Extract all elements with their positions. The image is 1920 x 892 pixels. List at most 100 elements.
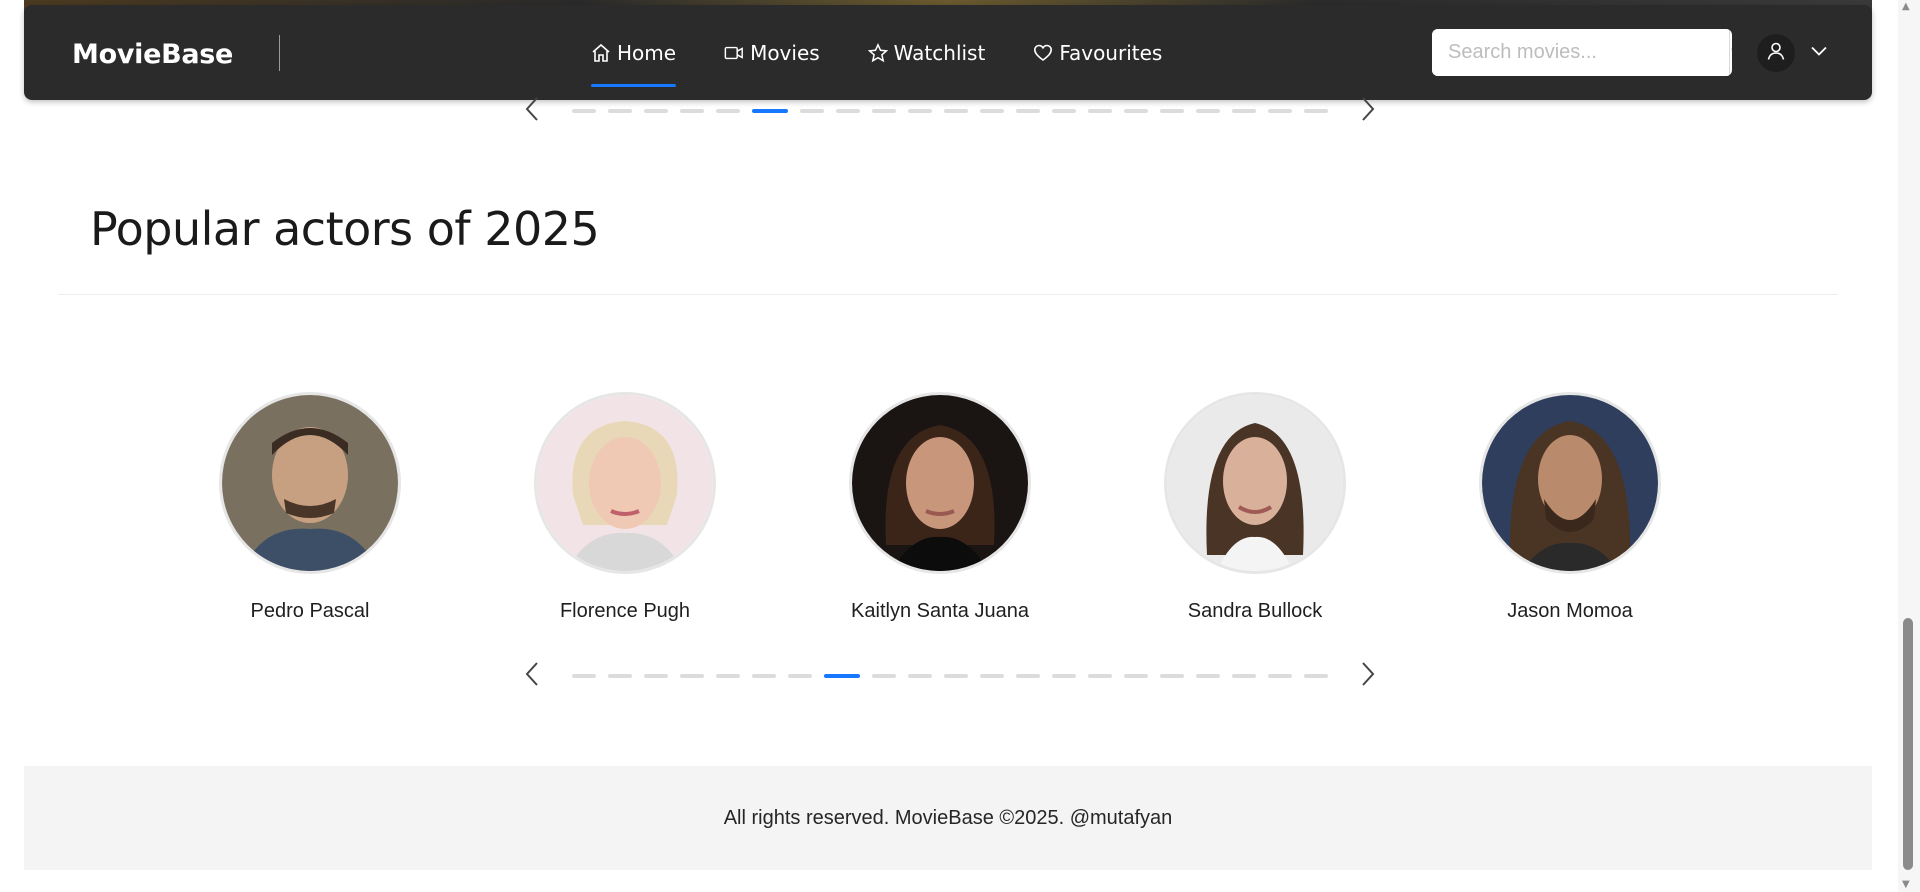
chevron-left-icon <box>523 661 541 691</box>
carousel-dot[interactable] <box>680 674 704 678</box>
actor-name[interactable]: Kaitlyn Santa Juana <box>851 600 1029 623</box>
carousel-dot[interactable] <box>644 674 668 678</box>
search-button[interactable] <box>1729 29 1732 76</box>
scroll-down-icon[interactable]: ▼ <box>1902 879 1910 890</box>
footer: All rights reserved. MovieBase ©2025. @m… <box>24 766 1872 870</box>
video-icon <box>724 43 744 63</box>
chevron-left-icon <box>523 96 541 126</box>
chevron-right-icon <box>1359 661 1377 691</box>
nav-item-label: Watchlist <box>893 40 986 65</box>
carousel-dot[interactable] <box>608 674 632 678</box>
carousel-dot[interactable] <box>1052 109 1076 113</box>
carousel-dot[interactable] <box>872 109 896 113</box>
actor-card[interactable]: Pedro Pascal <box>170 392 450 623</box>
actors-prev-button[interactable] <box>520 661 544 691</box>
carousel-dot[interactable] <box>1088 674 1112 678</box>
carousel-dot[interactable] <box>1304 674 1328 678</box>
top-carousel-pagination <box>520 96 1380 126</box>
carousel-dot[interactable] <box>1088 109 1112 113</box>
carousel-dot[interactable] <box>1016 109 1040 113</box>
top-carousel-next-button[interactable] <box>1356 96 1380 126</box>
nav-item-label: Favourites <box>1059 40 1163 65</box>
actor-portrait[interactable] <box>219 392 401 574</box>
search-icon <box>1730 41 1732 65</box>
actors-next-button[interactable] <box>1356 661 1380 691</box>
actor-portrait[interactable] <box>1164 392 1346 574</box>
nav-item-movies[interactable]: Movies <box>724 5 820 100</box>
carousel-dot[interactable] <box>572 674 596 678</box>
carousel-dot[interactable] <box>1196 674 1220 678</box>
carousel-dot[interactable] <box>836 109 860 113</box>
section-divider <box>58 294 1838 295</box>
nav-item-label: Movies <box>750 40 820 65</box>
home-icon <box>591 43 611 63</box>
actor-card[interactable]: Kaitlyn Santa Juana <box>800 392 1080 623</box>
carousel-dot[interactable] <box>980 109 1004 113</box>
main-nav: Home Movies Watchlist Favourites <box>591 5 1210 100</box>
carousel-dot[interactable] <box>716 109 740 113</box>
carousel-dot[interactable] <box>1124 674 1148 678</box>
top-carousel-prev-button[interactable] <box>520 96 544 126</box>
page-scrollbar[interactable]: ▲ ▼ <box>1898 0 1920 892</box>
actor-card[interactable]: Florence Pugh <box>485 392 765 623</box>
carousel-dot-active[interactable] <box>752 109 788 113</box>
carousel-dot[interactable] <box>1160 674 1184 678</box>
carousel-dot[interactable] <box>872 674 896 678</box>
actor-portrait[interactable] <box>534 392 716 574</box>
avatar[interactable] <box>1757 34 1795 72</box>
heart-icon <box>1033 43 1053 63</box>
search-input[interactable] <box>1432 29 1729 76</box>
user-icon <box>1766 41 1786 65</box>
carousel-dot[interactable] <box>1052 674 1076 678</box>
actor-card[interactable]: Sandra Bullock <box>1115 392 1395 623</box>
nav-item-watchlist[interactable]: Watchlist <box>867 5 986 100</box>
chevron-down-icon[interactable] <box>1809 41 1829 65</box>
search-bar <box>1432 29 1732 76</box>
actors-carousel: Pedro Pascal Florence Pugh Kaitlyn Santa… <box>170 392 1710 623</box>
footer-copyright: All rights reserved. MovieBase ©2025. @m… <box>723 806 1173 829</box>
carousel-dot[interactable] <box>608 109 632 113</box>
carousel-dot[interactable] <box>1160 109 1184 113</box>
actor-name[interactable]: Florence Pugh <box>560 600 690 623</box>
carousel-dot[interactable] <box>980 674 1004 678</box>
carousel-dot[interactable] <box>788 674 812 678</box>
carousel-dot[interactable] <box>944 674 968 678</box>
brand-divider <box>279 35 280 71</box>
carousel-dot[interactable] <box>572 109 596 113</box>
carousel-dot[interactable] <box>1232 674 1256 678</box>
nav-item-label: Home <box>617 40 677 65</box>
carousel-dot-active[interactable] <box>824 674 860 678</box>
carousel-dot[interactable] <box>908 674 932 678</box>
scroll-up-icon[interactable]: ▲ <box>1902 1 1910 12</box>
actors-carousel-pagination <box>520 661 1380 691</box>
actor-portrait[interactable] <box>849 392 1031 574</box>
carousel-dot[interactable] <box>644 109 668 113</box>
brand-logo[interactable]: MovieBase <box>72 39 233 70</box>
actor-name[interactable]: Jason Momoa <box>1507 600 1633 623</box>
carousel-dot[interactable] <box>1232 109 1256 113</box>
carousel-dot[interactable] <box>752 674 776 678</box>
chevron-right-icon <box>1359 96 1377 126</box>
actor-name[interactable]: Pedro Pascal <box>251 600 370 623</box>
carousel-dot[interactable] <box>1016 674 1040 678</box>
carousel-dot[interactable] <box>1124 109 1148 113</box>
carousel-dot[interactable] <box>800 109 824 113</box>
carousel-dot[interactable] <box>1268 109 1292 113</box>
actor-portrait[interactable] <box>1479 392 1661 574</box>
nav-item-favourites[interactable]: Favourites <box>1033 5 1162 100</box>
top-carousel-dots <box>572 109 1328 113</box>
carousel-dot[interactable] <box>680 109 704 113</box>
user-menu[interactable] <box>1757 34 1829 72</box>
navbar: MovieBase Home Movies Watchlist Favourit… <box>24 5 1872 100</box>
carousel-dot[interactable] <box>908 109 932 113</box>
carousel-dot[interactable] <box>716 674 740 678</box>
actor-name[interactable]: Sandra Bullock <box>1188 600 1323 623</box>
actor-card[interactable]: Jason Momoa <box>1430 392 1710 623</box>
scrollbar-thumb[interactable] <box>1903 618 1913 870</box>
actors-carousel-dots <box>572 674 1328 678</box>
carousel-dot[interactable] <box>1196 109 1220 113</box>
carousel-dot[interactable] <box>944 109 968 113</box>
carousel-dot[interactable] <box>1304 109 1328 113</box>
nav-item-home[interactable]: Home <box>591 5 677 100</box>
carousel-dot[interactable] <box>1268 674 1292 678</box>
